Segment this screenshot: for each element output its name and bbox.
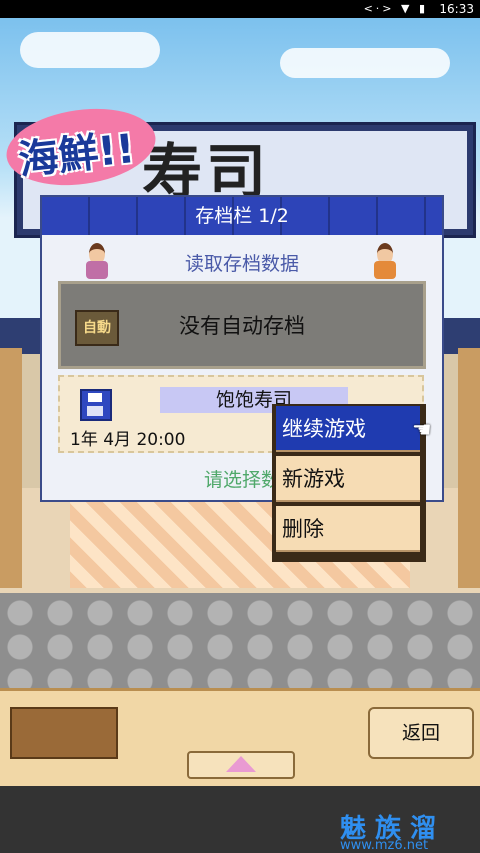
shop-post [458,348,480,588]
status-icons: <·> ▼ ▮ [363,2,428,15]
autosave-text: 没有自动存档 [179,314,305,338]
expand-up-button[interactable] [187,751,295,779]
back-button[interactable]: 返回 [368,707,474,759]
hand-pointer-icon: ☚ [412,418,432,443]
menu-delete[interactable]: 删除 [276,506,420,552]
shop-post [0,348,22,588]
cloud [20,32,160,68]
stone-street [0,593,480,688]
panel-header: 存档栏 1/2 [42,197,442,235]
status-bar: <·> ▼ ▮ 16:33 [0,0,480,18]
logo-text: 海鮮!! [16,126,137,184]
save-slot-date: 1年 4月 20:00 [70,430,186,450]
watermark-url: www.mz6.net [340,838,429,853]
menu-continue-game[interactable]: 继续游戏 [276,406,420,452]
context-menu: 继续游戏 新游戏 删除 [272,404,426,562]
bottom-toolbar: 返回 [0,688,480,789]
status-time: 16:33 [439,2,474,16]
panel-title: 存档栏 1/2 [195,205,289,227]
bottom-bar: 魅族溜 www.mz6.net [0,786,480,853]
menu-new-game[interactable]: 新游戏 [276,456,420,502]
panel-subtitle: 读取存档数据 [184,253,299,275]
cloud [280,48,450,78]
autosave-slot[interactable]: 自動 没有自动存档 [58,281,426,369]
game-logo: 海鮮!! [1,99,174,195]
triangle-up-icon [226,756,256,772]
floppy-disk-icon [80,389,112,421]
info-box [10,707,118,759]
